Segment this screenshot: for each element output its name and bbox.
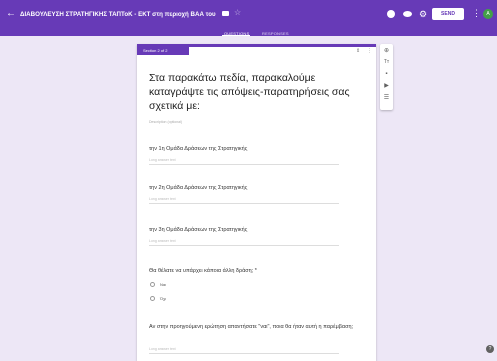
section-icon[interactable]: ☰ <box>383 95 390 102</box>
answer-line <box>149 353 339 354</box>
section-badge: Section 2 of 2 <box>137 47 189 55</box>
preview-eye-icon[interactable] <box>403 11 412 17</box>
more-vert-icon[interactable]: ⋮ <box>472 8 481 19</box>
answer-line <box>149 203 339 204</box>
image-icon[interactable]: ▪ <box>383 71 390 78</box>
section-more-icon[interactable]: ⋮ <box>367 48 372 54</box>
section-title[interactable]: Στα παρακάτω πεδία, παρακαλούμε καταγράψ… <box>149 71 369 113</box>
option-no-label[interactable]: Όχι <box>160 296 166 301</box>
back-arrow-icon[interactable]: ← <box>6 8 18 20</box>
question-2-answer: Long answer text <box>149 197 176 201</box>
top-bar: ← ΔΙΑΒΟΥΛΕΥΣΗ ΣΤΡΑΤΗΓΙΚΗΣ ΤΑΠΤοΚ - ΕΚΤ σ… <box>0 0 497 36</box>
radio-yes[interactable] <box>150 282 155 287</box>
active-tab-indicator <box>222 35 250 36</box>
question-2-title[interactable]: την 2η Ομάδα Δράσεων της Στρατηγικής <box>149 185 247 191</box>
star-icon[interactable]: ☆ <box>234 8 241 18</box>
question-1-title[interactable]: την 1η Ομάδα Δράσεων της Στρατηγικής <box>149 146 247 152</box>
document-title[interactable]: ΔΙΑΒΟΥΛΕΥΣΗ ΣΤΡΑΤΗΓΙΚΗΣ ΤΑΠΤοΚ - ΕΚΤ στη… <box>20 11 216 18</box>
palette-icon[interactable] <box>387 10 395 18</box>
question-3-answer: Long answer text <box>149 239 176 243</box>
radio-no[interactable] <box>150 296 155 301</box>
send-button[interactable]: SEND <box>432 8 464 20</box>
collapse-icon[interactable]: ⇕ <box>356 48 360 54</box>
folder-icon[interactable] <box>222 11 229 16</box>
question-4-title[interactable]: Θα θέλατε να υπάρχει κάποια άλλη δράση; … <box>149 268 257 274</box>
option-yes-label[interactable]: Ναι <box>160 282 166 287</box>
answer-line <box>149 245 339 246</box>
question-5-answer: Long answer text <box>149 347 176 351</box>
gear-icon[interactable]: ⚙ <box>419 9 427 19</box>
question-1-answer: Long answer text <box>149 158 176 162</box>
question-3-title[interactable]: την 3η Ομάδα Δράσεων της Στρατηγικής <box>149 227 247 233</box>
video-icon[interactable]: ▶ <box>383 83 390 90</box>
help-icon[interactable]: ? <box>486 345 494 353</box>
side-toolbar: ⊕ Tт ▪ ▶ ☰ <box>380 44 393 110</box>
section-description[interactable]: Description (optional) <box>149 120 182 124</box>
avatar[interactable]: A <box>483 9 493 19</box>
section-card: Section 2 of 2 ⇕ ⋮ Στα παρακάτω πεδία, π… <box>137 44 376 361</box>
title-icon[interactable]: Tт <box>383 59 390 66</box>
tab-responses[interactable]: RESPONSES <box>262 31 289 36</box>
question-5-title[interactable]: Αν στην προηγούμενη ερώτηση απαντήσατε "… <box>149 323 359 331</box>
add-question-icon[interactable]: ⊕ <box>383 48 390 55</box>
answer-line <box>149 164 339 165</box>
